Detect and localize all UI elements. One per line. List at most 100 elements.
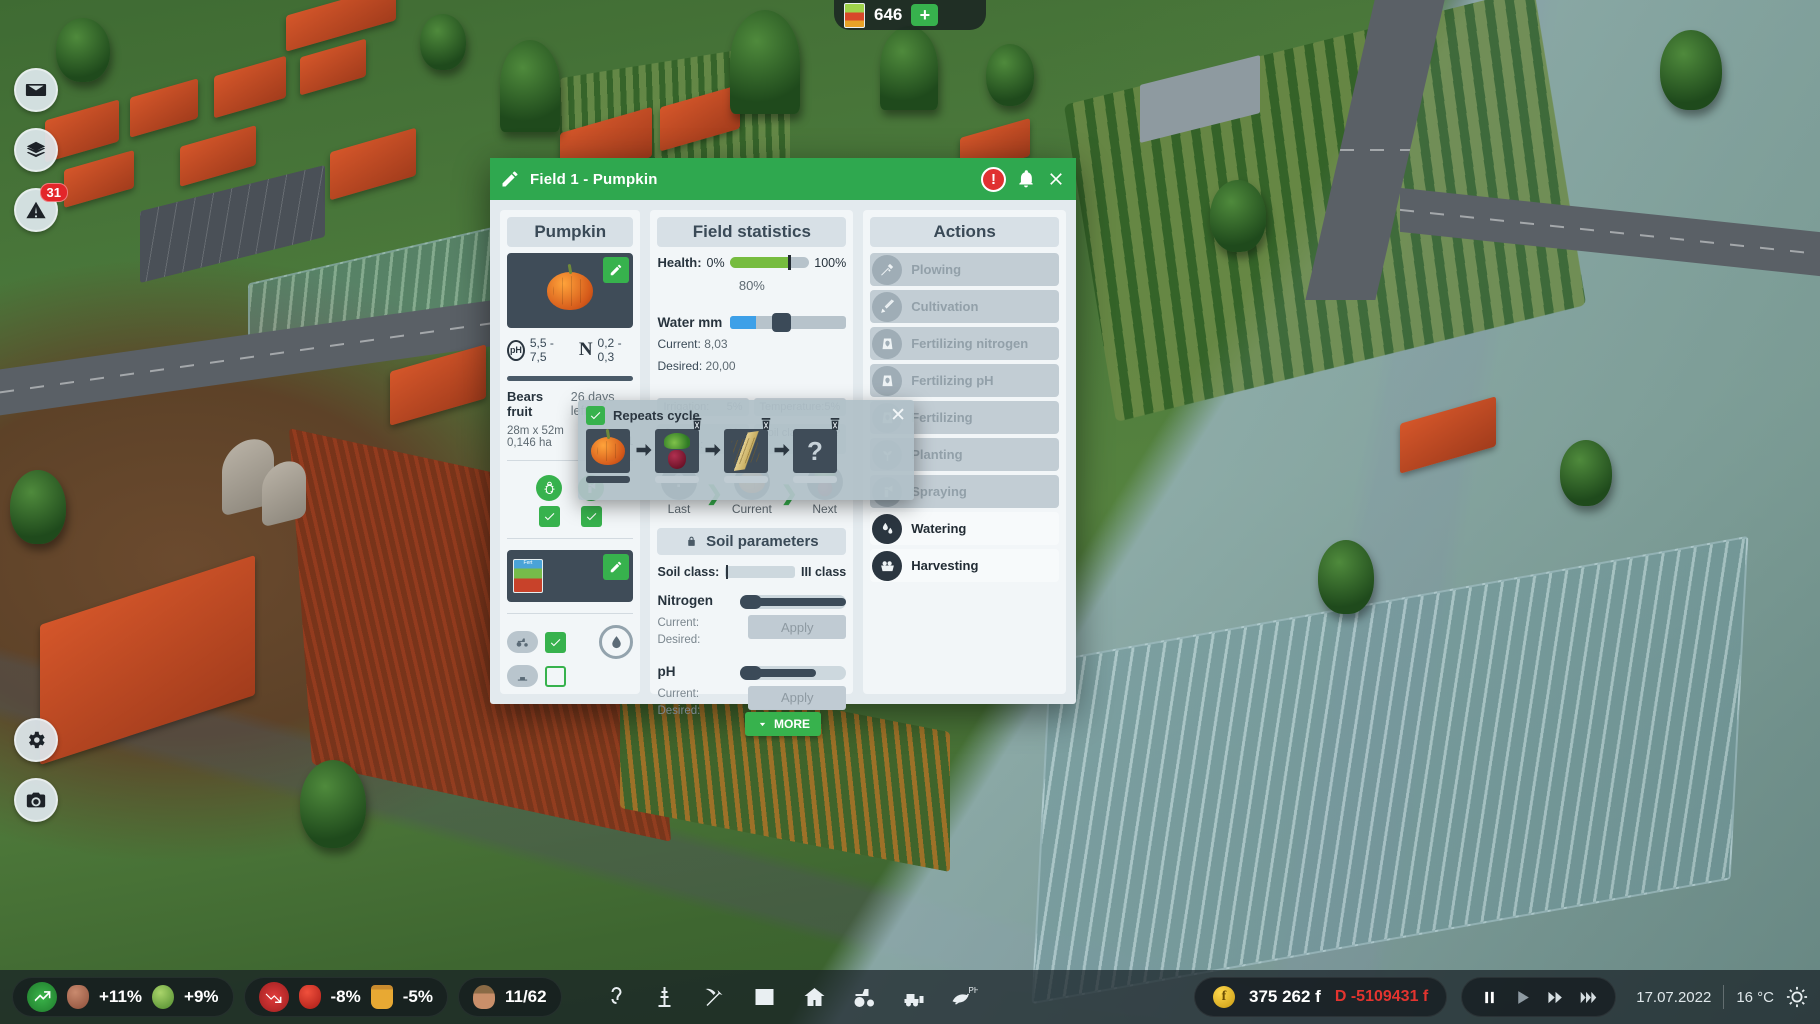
parking-lot bbox=[140, 164, 325, 284]
shovel-icon bbox=[872, 254, 903, 285]
house-roof bbox=[330, 127, 416, 201]
close-icon[interactable] bbox=[1046, 169, 1066, 189]
water-slider-knob[interactable] bbox=[772, 313, 791, 332]
edit-fertilizer-button[interactable] bbox=[603, 554, 630, 581]
storage-icon[interactable] bbox=[748, 982, 782, 1012]
pest-checkbox[interactable] bbox=[538, 506, 560, 528]
field-dimensions: 28m x 52m bbox=[507, 425, 564, 438]
crop-image-box bbox=[507, 253, 634, 329]
tower-icon[interactable] bbox=[648, 982, 682, 1012]
sidebar-item-alerts[interactable]: 31 bbox=[14, 183, 68, 232]
leaf-ph-icon[interactable]: PH bbox=[948, 982, 982, 1012]
play-button[interactable] bbox=[1509, 985, 1535, 1009]
workers-group[interactable]: 11/62 bbox=[457, 977, 562, 1017]
ph-slider[interactable] bbox=[740, 665, 847, 680]
warning-button[interactable]: ! bbox=[981, 166, 1006, 192]
camera-icon bbox=[26, 792, 46, 808]
water-slider[interactable] bbox=[730, 313, 847, 332]
sprinkler-icon bbox=[507, 665, 538, 688]
fertilizer-slot[interactable]: Fert bbox=[507, 550, 634, 603]
action-harvesting[interactable]: Harvesting bbox=[870, 549, 1059, 582]
action-fertilizing-ph[interactable]: Fertilizing pH bbox=[870, 364, 1059, 397]
farmer-icon bbox=[472, 985, 495, 1009]
bulldozer-icon[interactable] bbox=[898, 982, 932, 1012]
water-desired-label: Desired: bbox=[657, 359, 703, 373]
apply-nitrogen-button[interactable]: Apply bbox=[748, 615, 847, 639]
house-icon[interactable] bbox=[798, 982, 832, 1012]
trash-icon[interactable] bbox=[760, 417, 772, 431]
action-label: Fertilizing pH bbox=[911, 373, 994, 388]
ph-current-desired: Current: Desired: bbox=[657, 686, 700, 721]
trash-icon[interactable] bbox=[829, 417, 841, 431]
ph-range: 5,5 - 7,5 bbox=[529, 336, 554, 365]
action-fertilizing-nitrogen[interactable]: Fertilizing nitrogen bbox=[870, 327, 1059, 360]
divider bbox=[1723, 985, 1725, 1009]
chevron-down-icon bbox=[759, 722, 766, 726]
water-drops-icon bbox=[872, 513, 903, 544]
more-button[interactable]: MORE bbox=[745, 712, 821, 736]
soil-class-label: Soil class: bbox=[657, 565, 720, 579]
debt-prefix: D bbox=[1334, 988, 1347, 1005]
rotation-slot-indicator bbox=[724, 476, 768, 483]
bottom-hud: +11% +9% -8% -5% 11/62 PH f 375 262 f D … bbox=[0, 970, 1820, 1024]
barn-roof bbox=[286, 0, 396, 52]
action-plowing[interactable]: Plowing bbox=[870, 253, 1059, 286]
action-label: Fertilizing bbox=[911, 410, 973, 425]
edit-crop-button[interactable] bbox=[603, 257, 630, 283]
tree bbox=[880, 26, 938, 110]
cabbage-icon bbox=[152, 985, 175, 1009]
action-watering[interactable]: Watering bbox=[870, 512, 1059, 545]
rotation-slot-4[interactable]: ? bbox=[793, 418, 840, 483]
action-cultivation[interactable]: Cultivation bbox=[870, 290, 1059, 323]
ph-block: pH bbox=[657, 660, 847, 680]
sidebar-item-screenshot[interactable] bbox=[14, 778, 58, 822]
rotation-slot-2[interactable] bbox=[655, 418, 702, 483]
soil-class-value: III class bbox=[801, 565, 847, 579]
add-seeds-button[interactable]: + bbox=[911, 4, 939, 26]
apply-ph-button[interactable]: Apply bbox=[748, 685, 847, 710]
health-row: Health: 0% 100% bbox=[657, 253, 846, 270]
warning-triangle-icon bbox=[26, 201, 46, 219]
action-label: Fertilizing nitrogen bbox=[911, 336, 1029, 351]
price-trend-up-group: +11% +9% bbox=[12, 977, 234, 1017]
strawberry-icon bbox=[298, 985, 321, 1009]
sidebar-item-layers[interactable] bbox=[14, 128, 58, 172]
sidebar-item-mail[interactable] bbox=[14, 68, 58, 112]
ph-current-label: Current: bbox=[657, 687, 700, 700]
sprinkler-toggle-row bbox=[507, 665, 633, 688]
time-controls bbox=[1461, 977, 1617, 1017]
tree bbox=[500, 40, 560, 132]
rotation-slots: ? bbox=[586, 418, 906, 483]
bell-icon[interactable] bbox=[1016, 169, 1036, 189]
close-icon[interactable]: ✕ bbox=[890, 406, 906, 425]
ph-nitrogen-row: pH 5,5 - 7,5 N 0,2 - 0,3 bbox=[507, 334, 633, 366]
machine-checkbox[interactable] bbox=[545, 631, 566, 653]
house-roof bbox=[130, 78, 198, 138]
trash-icon[interactable] bbox=[691, 417, 703, 431]
pencil-icon[interactable] bbox=[500, 169, 520, 189]
house-roof bbox=[180, 125, 256, 187]
repeats-cycle-checkbox[interactable] bbox=[586, 405, 605, 425]
rotation-slot-3[interactable] bbox=[724, 418, 771, 483]
lock-icon bbox=[688, 536, 695, 546]
water-drop-icon[interactable] bbox=[599, 625, 634, 660]
pause-button[interactable] bbox=[1476, 985, 1502, 1009]
sidebar-item-settings[interactable] bbox=[14, 718, 58, 762]
arrow-right-icon bbox=[633, 429, 655, 457]
health-bar[interactable] bbox=[729, 255, 810, 270]
trend-up-icon bbox=[27, 982, 57, 1012]
fertilizer-bag-icon bbox=[872, 365, 903, 396]
sprinkler-checkbox[interactable] bbox=[545, 665, 566, 687]
hook-icon[interactable] bbox=[598, 982, 632, 1012]
action-label: Planting bbox=[911, 447, 963, 462]
tractor-icon[interactable] bbox=[848, 982, 882, 1012]
nitrogen-slider[interactable] bbox=[740, 595, 847, 609]
fast-forward-button[interactable] bbox=[1542, 985, 1568, 1009]
ph-desired-label: Desired: bbox=[657, 704, 701, 717]
action-label: Plowing bbox=[911, 262, 962, 277]
very-fast-forward-button[interactable] bbox=[1575, 985, 1601, 1009]
growth-bar bbox=[507, 376, 634, 382]
pickaxe-icon[interactable] bbox=[698, 982, 732, 1012]
spray-checkbox[interactable] bbox=[580, 506, 602, 528]
rotation-slot-1[interactable] bbox=[586, 429, 633, 483]
